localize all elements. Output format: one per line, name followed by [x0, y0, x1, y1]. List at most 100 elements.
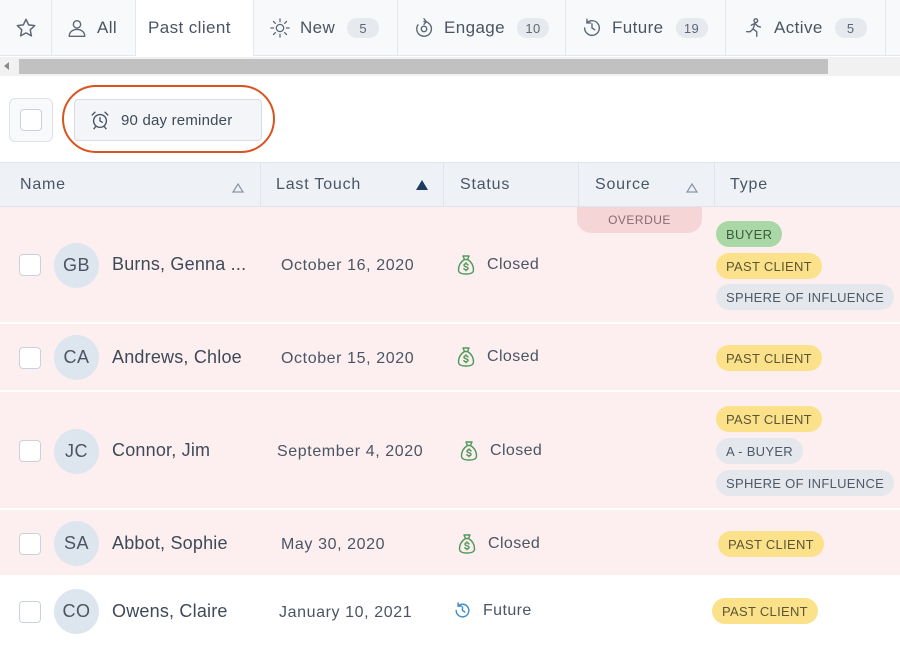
- last-touch-date: October 16, 2020: [281, 257, 415, 274]
- last-touch-date: September 4, 2020: [277, 443, 424, 460]
- reminder-button[interactable]: 90 day reminder: [74, 99, 262, 141]
- tab-past-client[interactable]: Past client: [136, 0, 254, 57]
- tab-favorites[interactable]: [0, 0, 52, 56]
- column-header-last-touch[interactable]: Last Touch: [276, 163, 361, 207]
- type-tag-buyer: BUYER: [716, 221, 783, 247]
- type-tag-past-client: PAST CLIENT: [716, 406, 822, 432]
- tab-future[interactable]: Future 19: [566, 0, 726, 56]
- type-tag-a-buyer: A - BUYER: [716, 438, 803, 464]
- column-header-name[interactable]: Name: [20, 163, 66, 207]
- type-tag-past-client: PAST CLIENT: [716, 345, 822, 371]
- contact-name[interactable]: Burns, Genna ...: [112, 254, 246, 275]
- tab-future-count: 19: [675, 18, 708, 38]
- column-divider: [260, 163, 261, 207]
- table-row[interactable]: SA Abbot, Sophie May 30, 2020 Closed PAS…: [0, 510, 900, 577]
- row-checkbox[interactable]: [19, 254, 41, 276]
- history-clock-icon: [580, 16, 604, 40]
- status-label: Closed: [488, 535, 541, 552]
- table-row[interactable]: GB Burns, Genna ... October 16, 2020 Clo…: [0, 207, 900, 324]
- sort-ascending-outline-icon[interactable]: [231, 180, 245, 193]
- type-tag-past-client: PAST CLIENT: [716, 253, 822, 279]
- status-cell: Closed: [460, 440, 542, 462]
- tab-new-count: 5: [347, 18, 380, 38]
- reminder-button-label: 90 day reminder: [121, 111, 233, 129]
- tab-all[interactable]: All: [52, 0, 136, 56]
- avatar: JC: [54, 429, 99, 474]
- status-label: Closed: [487, 256, 540, 273]
- contact-name[interactable]: Andrews, Chloe: [112, 347, 242, 368]
- type-tag-sphere-of-influence: SPHERE OF INFLUENCE: [716, 470, 895, 496]
- tab-all-label: All: [97, 18, 118, 37]
- column-header-status[interactable]: Status: [460, 163, 510, 207]
- column-divider: [443, 163, 444, 207]
- tab-active[interactable]: Active 5: [726, 0, 886, 56]
- last-touch-date: October 15, 2020: [281, 350, 415, 367]
- star-icon: [14, 16, 38, 40]
- overdue-badge: OVERDUE: [577, 207, 702, 233]
- select-all-checkbox[interactable]: [9, 98, 53, 142]
- row-checkbox[interactable]: [19, 440, 41, 462]
- status-cell: Future: [453, 601, 532, 621]
- row-checkbox[interactable]: [19, 533, 41, 555]
- column-header-source[interactable]: Source: [595, 163, 651, 207]
- scroll-left-arrow-icon[interactable]: [4, 62, 9, 70]
- type-tag-past-client: PAST CLIENT: [712, 598, 818, 624]
- table-header: Name Last Touch Status Source Type: [0, 162, 900, 207]
- status-label: Closed: [487, 348, 540, 365]
- last-touch-date: May 30, 2020: [281, 536, 386, 553]
- column-header-status-label: Status: [460, 176, 511, 193]
- person-icon: [65, 16, 89, 40]
- column-header-name-label: Name: [20, 176, 66, 193]
- contact-name[interactable]: Owens, Claire: [112, 601, 228, 622]
- tab-past-client-label: Past client: [148, 18, 231, 37]
- status-label: Closed: [490, 442, 543, 459]
- tab-engage-count: 10: [517, 18, 550, 38]
- tab-engage[interactable]: Engage 10: [398, 0, 566, 56]
- contact-name[interactable]: Connor, Jim: [112, 440, 210, 461]
- scrollbar-thumb[interactable]: [19, 59, 828, 74]
- type-tag-sphere-of-influence: SPHERE OF INFLUENCE: [716, 284, 895, 310]
- table-row[interactable]: CO Owens, Claire January 10, 2021 Future…: [0, 577, 900, 647]
- column-divider: [714, 163, 715, 207]
- status-label: Future: [483, 602, 532, 619]
- money-bag-icon: [457, 254, 477, 276]
- table-row[interactable]: JC Connor, Jim September 4, 2020 Closed …: [0, 392, 900, 510]
- horizontal-scrollbar[interactable]: [0, 57, 900, 76]
- tab-active-label: Active: [774, 18, 823, 37]
- select-all-checkbox-box: [20, 109, 42, 131]
- contact-name[interactable]: Abbot, Sophie: [112, 533, 228, 554]
- tab-future-label: Future: [612, 18, 664, 37]
- avatar: SA: [54, 521, 99, 566]
- last-touch-date: January 10, 2021: [279, 604, 413, 621]
- row-checkbox[interactable]: [19, 601, 41, 623]
- avatar: CO: [54, 589, 99, 634]
- money-bag-icon: [458, 533, 478, 555]
- avatar: CA: [54, 335, 99, 380]
- running-person-icon: [742, 16, 766, 40]
- money-bag-icon: [460, 440, 480, 462]
- column-header-type[interactable]: Type: [730, 163, 768, 207]
- tab-active-count: 5: [834, 18, 867, 38]
- tab-new-label: New: [300, 18, 336, 37]
- tab-new[interactable]: New 5: [254, 0, 398, 56]
- column-header-type-label: Type: [730, 176, 768, 193]
- sun-icon: [268, 16, 292, 40]
- status-cell: Closed: [457, 346, 539, 368]
- alarm-clock-icon: [89, 109, 111, 131]
- column-header-source-label: Source: [595, 176, 651, 193]
- sort-ascending-outline-icon[interactable]: [685, 180, 699, 193]
- type-tag-past-client: PAST CLIENT: [718, 531, 824, 557]
- status-cell: Closed: [458, 533, 540, 555]
- history-clock-icon: [453, 601, 473, 621]
- table-row[interactable]: CA Andrews, Chloe October 15, 2020 Close…: [0, 324, 900, 392]
- column-divider: [578, 163, 579, 207]
- sort-ascending-active-icon[interactable]: [416, 180, 428, 190]
- column-header-last-touch-label: Last Touch: [276, 176, 362, 193]
- row-checkbox[interactable]: [19, 347, 41, 369]
- money-bag-icon: [457, 346, 477, 368]
- tab-engage-label: Engage: [444, 18, 506, 37]
- engage-icon: [412, 16, 436, 40]
- tab-bar: All Past client New 5 Engage 10 Future 1…: [0, 0, 900, 57]
- avatar: GB: [54, 243, 99, 288]
- status-cell: Closed: [457, 254, 539, 276]
